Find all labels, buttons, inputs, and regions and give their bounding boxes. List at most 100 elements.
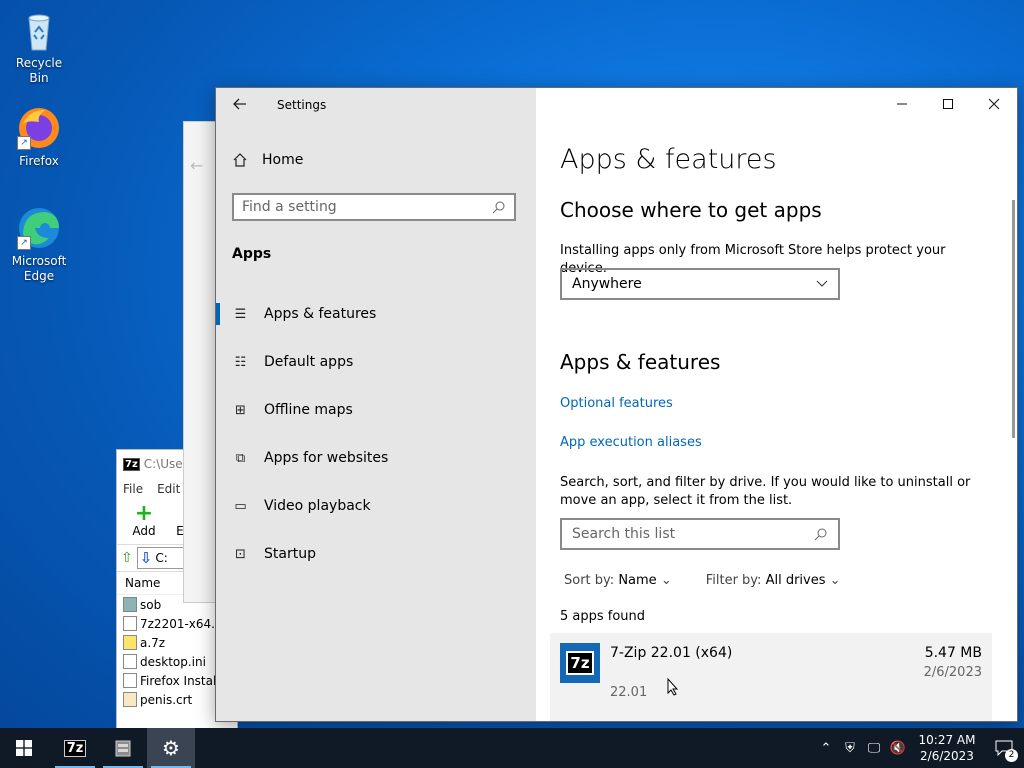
7zip-icon: 7z xyxy=(560,643,600,683)
settings-window[interactable]: Settings Home Find a setting Apps ☰ Apps… xyxy=(215,87,1018,722)
link-window-icon: ⧉ xyxy=(235,450,246,466)
7zip-icon: 7z xyxy=(63,739,87,757)
system-tray: ⌃ ⛨ 🖵 🔇 10:27 AM 2/6/2023 2 xyxy=(814,728,1024,768)
nav-item-default-apps[interactable]: ☷ Default apps xyxy=(216,338,536,386)
taskbar-7zip[interactable]: 7z xyxy=(51,728,99,768)
address-text: C: xyxy=(155,551,168,565)
network-icon[interactable]: 🖵 xyxy=(862,741,886,756)
file-name: penis.crt xyxy=(140,692,193,707)
list-icon: ☰ xyxy=(234,306,247,322)
volume-muted-icon[interactable]: 🔇 xyxy=(886,741,910,756)
minimize-button[interactable] xyxy=(879,88,925,120)
chevron-down-icon: ⌄ xyxy=(829,573,841,588)
app-execution-aliases-link[interactable]: App execution aliases xyxy=(560,435,702,450)
home-icon xyxy=(233,153,247,167)
video-icon: ▭ xyxy=(234,498,247,514)
mouse-cursor-icon xyxy=(667,678,679,696)
clock-date: 2/6/2023 xyxy=(920,749,974,763)
recycle-bin-icon xyxy=(15,6,63,54)
7zip-icon-text: 7z xyxy=(566,651,594,675)
apps-found-count: 5 apps found xyxy=(560,609,646,624)
desktop-icon-edge[interactable]: ↗ Microsoft Edge xyxy=(6,204,72,284)
find-setting-input[interactable]: Find a setting xyxy=(232,193,516,221)
app-list-item[interactable]: 7z 7-Zip 22.01 (x64) 22.01 5.47 MB 2/6/2… xyxy=(550,633,992,721)
exe-icon xyxy=(123,616,137,631)
settings-file-icon xyxy=(123,654,137,669)
nav-item-label: Video playback xyxy=(264,498,371,514)
exe-icon xyxy=(123,673,137,688)
app-size: 5.47 MB xyxy=(924,645,982,661)
archive-icon xyxy=(123,635,137,650)
nav-item-apps-for-websites[interactable]: ⧉ Apps for websites xyxy=(216,434,536,482)
taskbar-settings[interactable]: ⚙ xyxy=(147,728,195,768)
maximize-button[interactable] xyxy=(925,88,971,120)
add-button-label: Add xyxy=(132,524,156,538)
clock[interactable]: 10:27 AM 2/6/2023 xyxy=(910,732,984,764)
close-button[interactable] xyxy=(971,88,1017,120)
gear-icon: ⚙ xyxy=(162,736,180,760)
notification-center-button[interactable]: 2 xyxy=(984,728,1024,768)
nav-list: ☰ Apps & features ☷ Default apps ⊞ Offli… xyxy=(216,290,536,578)
nav-item-offline-maps[interactable]: ⊞ Offline maps xyxy=(216,386,536,434)
maximize-icon xyxy=(943,99,953,109)
desktop-icon-label: Firefox xyxy=(19,154,59,168)
find-setting-placeholder: Find a setting xyxy=(242,199,337,215)
app-source-dropdown[interactable]: Anywhere xyxy=(560,268,840,300)
edge-icon: ↗ xyxy=(15,204,63,252)
arrow-down-icon: ⇩ xyxy=(139,549,153,567)
nav-item-video-playback[interactable]: ▭ Video playback xyxy=(216,482,536,530)
back-button[interactable] xyxy=(232,96,250,114)
menu-edit[interactable]: Edit xyxy=(157,482,180,496)
sort-dropdown[interactable]: Sort by: Name ⌄ xyxy=(564,573,672,588)
menu-file[interactable]: File xyxy=(123,482,143,496)
shortcut-arrow-icon: ↗ xyxy=(17,236,31,250)
nav-home[interactable]: Home xyxy=(232,152,303,168)
sort-label: Sort by: xyxy=(564,573,615,588)
search-description: Search, sort, and filter by drive. If yo… xyxy=(560,475,971,508)
firefox-icon: ↗ xyxy=(15,104,63,152)
plus-icon: + xyxy=(134,501,154,526)
folder-icon xyxy=(123,597,137,612)
minimize-icon xyxy=(897,103,907,105)
search-list-input[interactable]: Search this list xyxy=(560,518,840,550)
7zip-title: C:\User xyxy=(143,457,188,471)
nav-item-label: Startup xyxy=(264,546,316,562)
nav-item-label: Apps & features xyxy=(264,306,377,322)
desktop-icon-recycle-bin[interactable]: Recycle Bin xyxy=(6,6,72,86)
filter-value: All drives xyxy=(765,573,826,588)
security-alert-icon[interactable]: ⛨ xyxy=(838,741,862,756)
app-source-value: Anywhere xyxy=(572,276,642,292)
window-title: Settings xyxy=(277,98,327,112)
nav-item-startup[interactable]: ⊡ Startup xyxy=(216,530,536,578)
desktop-icon-firefox[interactable]: ↗ Firefox xyxy=(6,104,72,169)
features-heading: Apps & features xyxy=(560,350,721,374)
nav-item-label: Default apps xyxy=(264,354,354,370)
shortcut-arrow-icon: ↗ xyxy=(17,136,31,150)
window-controls xyxy=(879,88,1017,120)
desktop-icon-label: Microsoft Edge xyxy=(11,254,67,283)
optional-features-link[interactable]: Optional features xyxy=(560,396,673,411)
map-icon: ⊞ xyxy=(235,402,246,418)
sort-filter-row: Sort by: Name ⌄ Filter by: All drives ⌄ xyxy=(564,573,841,588)
scrollbar[interactable] xyxy=(1012,200,1015,438)
taskbar: 7z ⚙ ⌃ ⛨ 🖵 🔇 10:27 AM 2/6/2023 2 xyxy=(0,728,1024,768)
filter-dropdown[interactable]: Filter by: All drives ⌄ xyxy=(706,573,841,588)
up-folder-icon[interactable]: ⇧ xyxy=(121,550,133,566)
add-button[interactable]: + Add xyxy=(125,500,163,544)
app-version: 22.01 xyxy=(610,685,648,700)
7zip-app-icon: 7z xyxy=(123,457,140,471)
taskbar-explorer[interactable] xyxy=(99,728,147,768)
nav-item-label: Offline maps xyxy=(264,402,353,418)
nav-item-apps-features[interactable]: ☰ Apps & features xyxy=(216,290,536,338)
chevron-up-icon[interactable]: ⌃ xyxy=(814,741,838,756)
nav-item-label: Apps for websites xyxy=(264,450,389,466)
page-title: Apps & features xyxy=(560,144,777,175)
start-button[interactable] xyxy=(0,728,48,768)
file-name: sob xyxy=(140,597,162,612)
file-name: desktop.ini xyxy=(140,654,206,669)
startup-icon: ⊡ xyxy=(235,546,246,562)
close-icon xyxy=(988,98,1000,110)
file-cabinet-icon xyxy=(115,740,131,757)
search-icon xyxy=(814,528,827,541)
sort-value: Name xyxy=(618,573,657,588)
